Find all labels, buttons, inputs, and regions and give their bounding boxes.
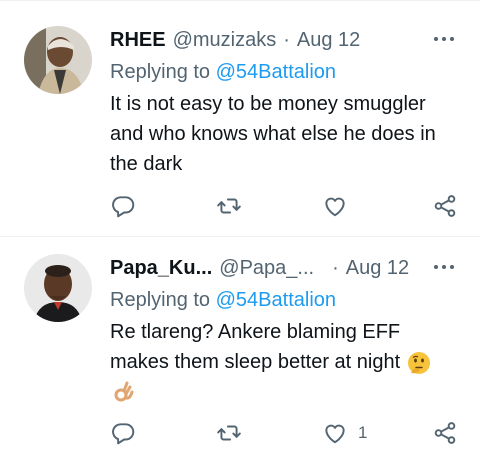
tweet-text-body: Re tlareng? Ankere blaming EFF makes the… <box>110 321 401 373</box>
replying-to-line: Replying to @54Battalion <box>110 286 460 314</box>
reply-button[interactable] <box>110 192 136 220</box>
like-button[interactable] <box>322 192 358 220</box>
retweet-button[interactable] <box>216 419 242 447</box>
mention-link[interactable]: @54Battalion <box>216 289 336 311</box>
tweet-reply-1[interactable]: RHEE @muzizaks · Aug 12 Replying to @54B… <box>0 0 480 237</box>
separator-dot: · <box>283 28 290 51</box>
like-count: 1 <box>358 423 368 442</box>
tweet-date[interactable]: Aug 12 <box>346 257 409 280</box>
replying-prefix: Replying to <box>110 61 211 83</box>
avatar[interactable] <box>24 26 92 94</box>
display-name[interactable]: RHEE <box>110 29 166 52</box>
avatar[interactable] <box>24 254 92 322</box>
replying-prefix: Replying to <box>110 289 211 311</box>
tweet-actions <box>110 192 460 220</box>
tweet-text-body: It is not easy to be money smuggler and … <box>110 93 436 175</box>
tweet-content: RHEE @muzizaks · Aug 12 Replying to @54B… <box>110 26 460 179</box>
tweet-date[interactable]: Aug 12 <box>297 29 360 52</box>
user-handle[interactable]: @Papa_... <box>219 257 314 280</box>
more-dots-icon[interactable] <box>434 265 454 269</box>
tweet-text: Re tlareng? Ankere blaming EFF makes the… <box>110 317 460 407</box>
tweet-actions: 1 <box>110 419 460 447</box>
retweet-button[interactable] <box>216 192 242 220</box>
tweet-content: Papa_Ku... @Papa_... · Aug 12 Replying t… <box>110 254 460 407</box>
retweet-icon <box>216 420 242 446</box>
heart-icon <box>322 193 348 219</box>
user-handle[interactable]: @muzizaks <box>173 29 277 52</box>
thinking-face-emoji <box>406 350 432 376</box>
replying-to-line: Replying to @54Battalion <box>110 58 460 86</box>
tweet-text: It is not easy to be money smuggler and … <box>110 89 460 179</box>
share-button[interactable] <box>432 419 458 447</box>
display-name[interactable]: Papa_Ku... <box>110 257 212 280</box>
tweet-header: RHEE @muzizaks · Aug 12 <box>110 26 460 54</box>
mention-link[interactable]: @54Battalion <box>216 61 336 83</box>
share-icon <box>432 420 458 446</box>
share-icon <box>432 193 458 219</box>
ok-hand-emoji <box>110 380 136 406</box>
like-button[interactable]: 1 <box>322 419 367 447</box>
heart-icon <box>322 420 348 446</box>
reply-icon <box>110 420 136 446</box>
tweet-header: Papa_Ku... @Papa_... · Aug 12 <box>110 254 460 282</box>
share-button[interactable] <box>432 192 458 220</box>
separator-dot: · <box>332 256 339 279</box>
tweet-reply-2[interactable]: Papa_Ku... @Papa_... · Aug 12 Replying t… <box>0 237 480 461</box>
reply-button[interactable] <box>110 419 136 447</box>
reply-icon <box>110 193 136 219</box>
more-dots-icon[interactable] <box>434 37 454 41</box>
retweet-icon <box>216 193 242 219</box>
